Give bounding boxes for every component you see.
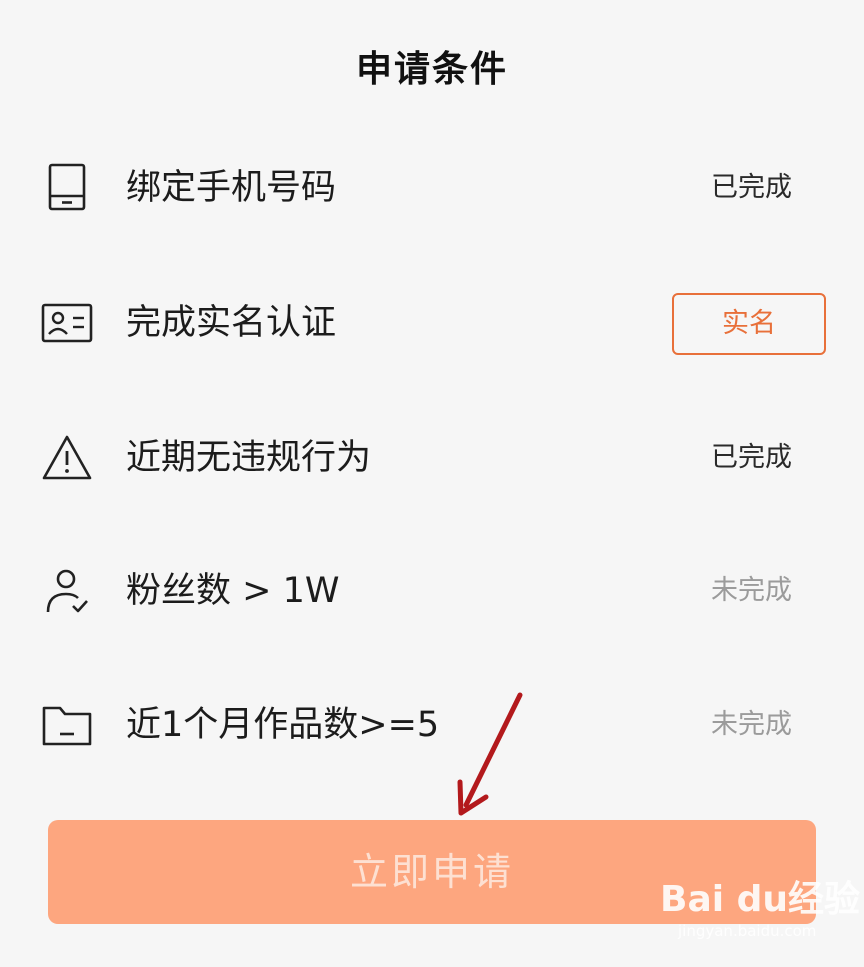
annotation-arrow-icon: [457, 692, 523, 816]
user-check-icon: [40, 566, 94, 616]
condition-row-followers: 粉丝数 > 1W 未完成: [0, 541, 864, 641]
condition-status: 未完成: [711, 709, 792, 740]
id-card-icon: [40, 298, 94, 348]
condition-label: 完成实名认证: [126, 303, 337, 343]
condition-row-works: 近1个月作品数>=5 未完成: [0, 675, 864, 775]
watermark-url: jingyan.baidu.com: [678, 922, 817, 940]
condition-status: 未完成: [711, 575, 792, 606]
folder-icon: [40, 700, 94, 750]
real-name-verify-button[interactable]: 实名: [672, 293, 826, 355]
condition-row-realname: 完成实名认证 实名: [0, 273, 864, 373]
baidu-jingyan-watermark: Bai du经验 jingyan.baidu.com: [660, 870, 860, 950]
condition-status: 已完成: [711, 172, 792, 203]
watermark-brand: Bai du经验: [660, 879, 861, 920]
warning-icon: [40, 433, 94, 483]
condition-label: 粉丝数 > 1W: [126, 571, 340, 611]
condition-row-violation: 近期无违规行为 已完成: [0, 408, 864, 508]
condition-label: 近期无违规行为: [126, 438, 372, 478]
condition-status: 已完成: [711, 442, 792, 473]
phone-icon: [40, 163, 94, 213]
condition-label: 近1个月作品数>=5: [126, 705, 440, 745]
condition-row-phone: 绑定手机号码 已完成: [0, 138, 864, 238]
condition-label: 绑定手机号码: [126, 168, 337, 208]
page-title: 申请条件: [355, 49, 508, 90]
